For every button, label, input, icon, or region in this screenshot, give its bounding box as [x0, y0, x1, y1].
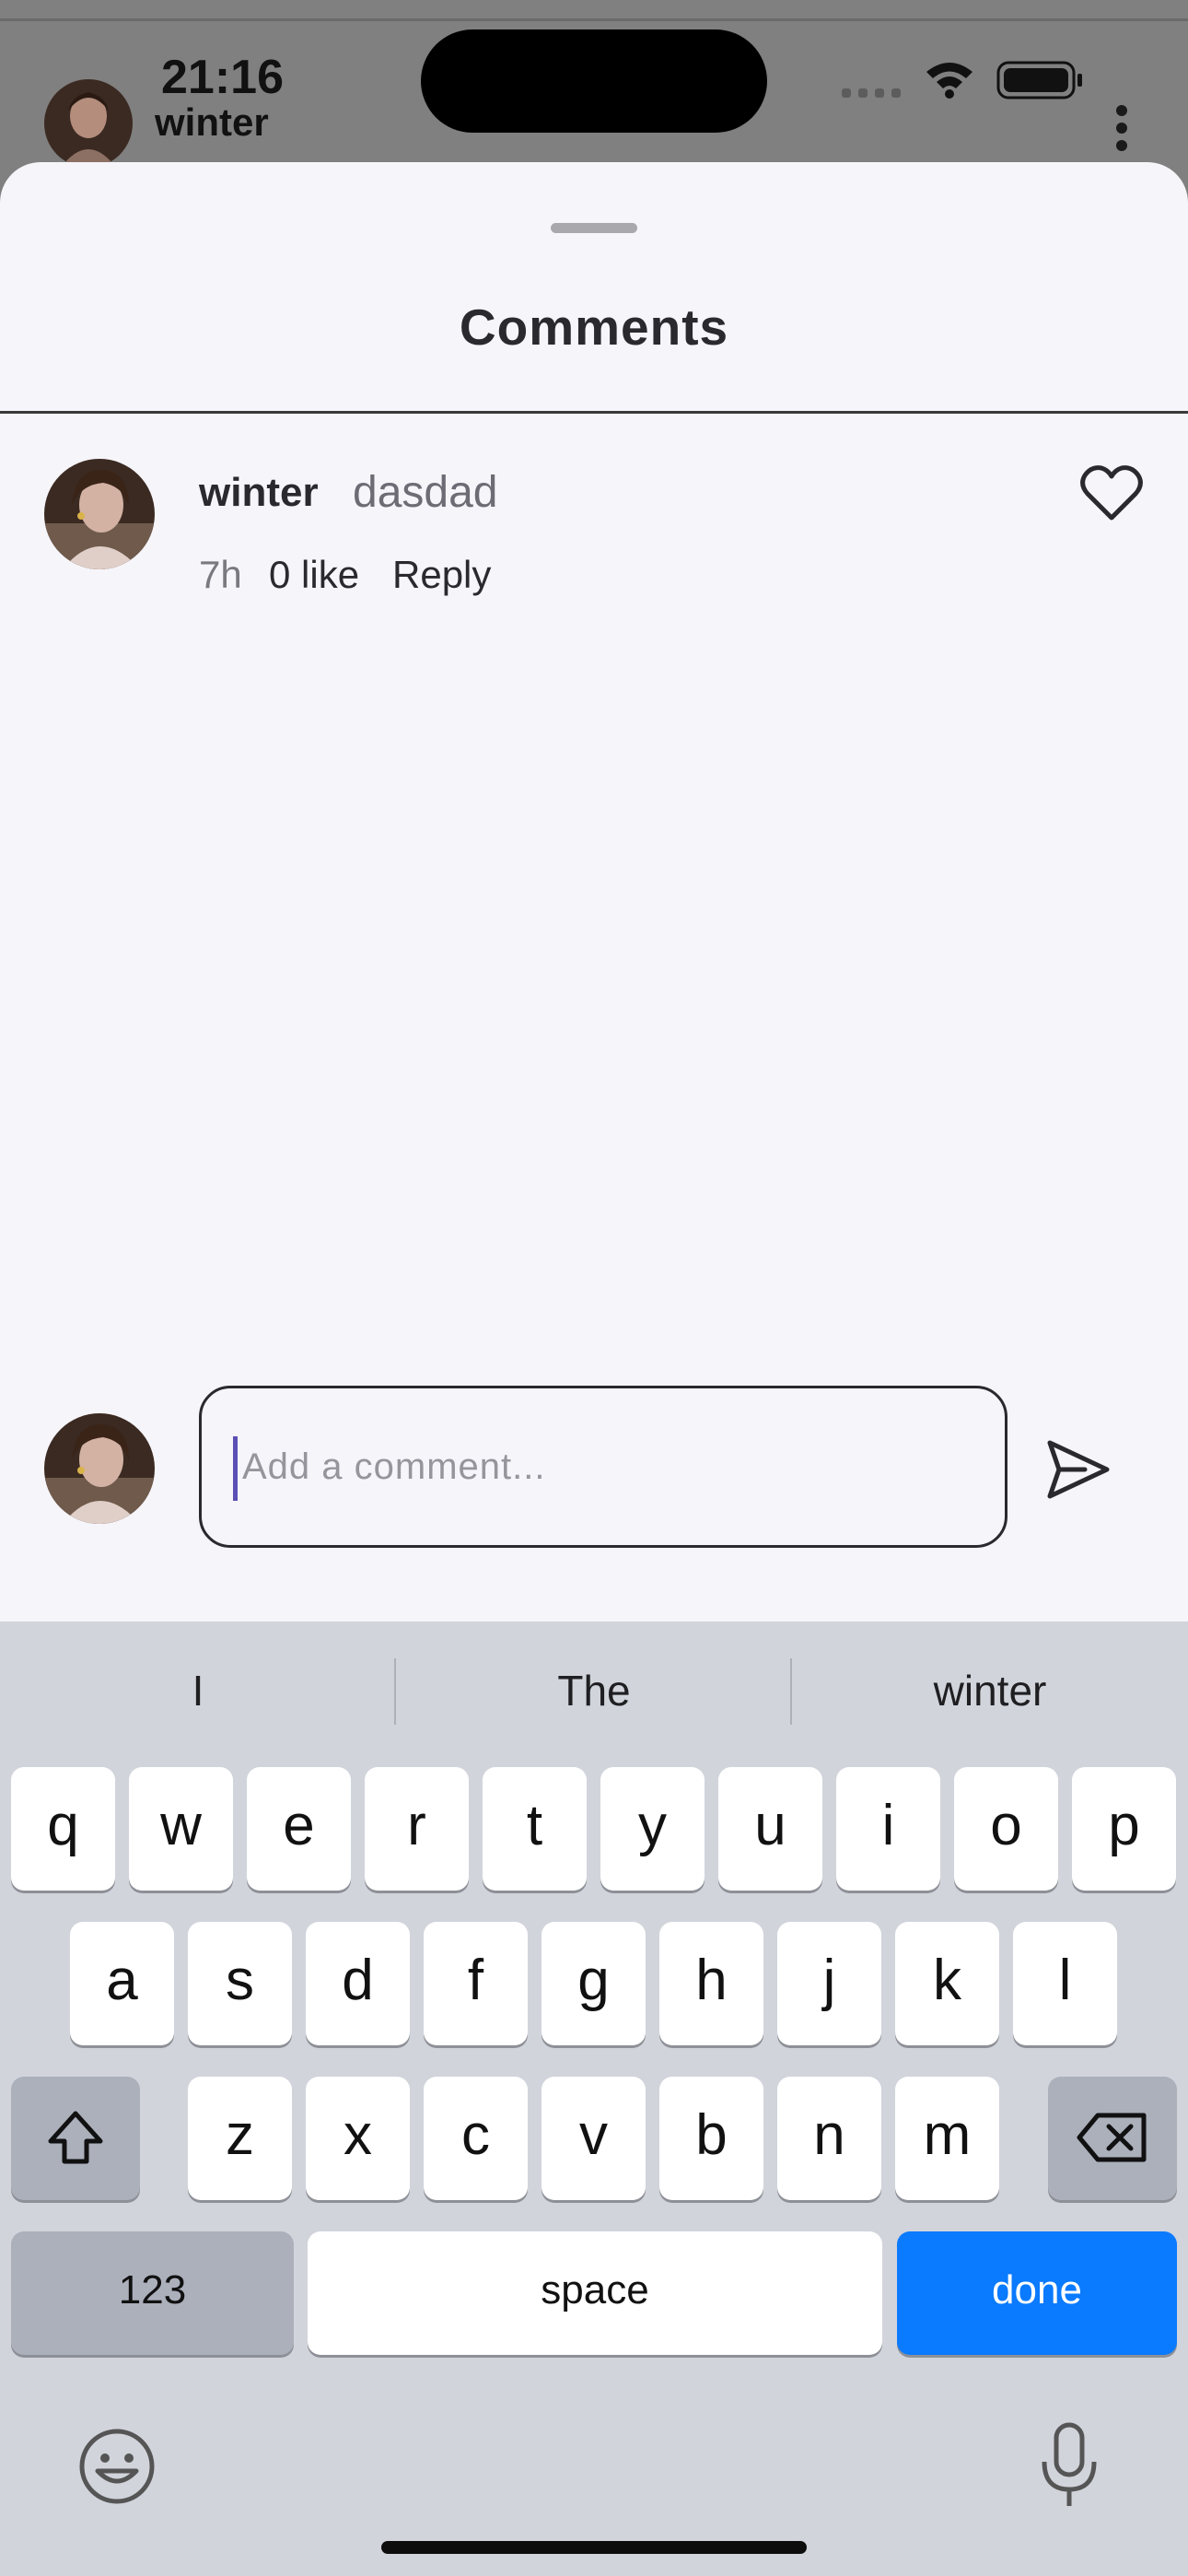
key-z[interactable]: z	[188, 2077, 292, 2200]
key-n[interactable]: n	[777, 2077, 881, 2200]
key-m[interactable]: m	[895, 2077, 999, 2200]
backspace-icon	[1077, 2113, 1147, 2162]
key-d[interactable]: d	[306, 1922, 410, 2045]
comment-input-container[interactable]	[199, 1386, 1007, 1548]
sheet-divider	[0, 411, 1188, 414]
sheet-drag-handle[interactable]	[551, 223, 637, 233]
text-caret	[233, 1436, 238, 1501]
key-o[interactable]: o	[954, 1767, 1058, 1891]
shift-key[interactable]	[11, 2077, 140, 2200]
key-g[interactable]: g	[542, 1922, 646, 2045]
send-icon[interactable]	[1044, 1435, 1112, 1504]
key-e[interactable]: e	[247, 1767, 351, 1891]
key-h[interactable]: h	[659, 1922, 763, 2045]
header-avatar	[44, 79, 133, 168]
microphone-icon[interactable]	[1039, 2421, 1100, 2510]
comment-input[interactable]	[242, 1388, 979, 1545]
cellular-signal-icon	[842, 88, 901, 98]
key-t[interactable]: t	[483, 1767, 587, 1891]
more-options-icon[interactable]	[1103, 101, 1140, 155]
header-username: winter	[155, 100, 269, 144]
comment-text: dasdad	[353, 468, 498, 517]
comment-avatar[interactable]	[44, 459, 155, 569]
composer-avatar	[44, 1413, 155, 1524]
key-l[interactable]: l	[1013, 1922, 1117, 2045]
suggestion-3[interactable]: winter	[792, 1658, 1188, 1723]
comment-like-count[interactable]: 0 like	[269, 551, 359, 599]
key-f[interactable]: f	[424, 1922, 528, 2045]
suggestion-1[interactable]: I	[0, 1658, 396, 1723]
comment-reply-button[interactable]: Reply	[392, 551, 491, 599]
shift-arrow-icon	[48, 2111, 103, 2164]
key-v[interactable]: v	[542, 2077, 646, 2200]
done-key[interactable]: done	[897, 2231, 1177, 2355]
sheet-title: Comments	[459, 299, 729, 356]
key-p[interactable]: p	[1072, 1767, 1176, 1891]
key-b[interactable]: b	[659, 2077, 763, 2200]
key-a[interactable]: a	[70, 1922, 174, 2045]
space-key[interactable]: space	[308, 2231, 882, 2355]
key-k[interactable]: k	[895, 1922, 999, 2045]
wifi-icon	[926, 63, 973, 99]
status-time: 21:16	[161, 51, 284, 104]
avatar-photo-icon	[44, 459, 155, 569]
avatar-photo-icon	[44, 79, 133, 168]
comment-timestamp: 7h	[199, 553, 242, 596]
key-i[interactable]: i	[836, 1767, 940, 1891]
key-c[interactable]: c	[424, 2077, 528, 2200]
backspace-key[interactable]	[1048, 2077, 1177, 2200]
heart-icon[interactable]	[1079, 464, 1144, 523]
key-w[interactable]: w	[129, 1767, 233, 1891]
battery-icon	[996, 61, 1082, 100]
key-r[interactable]: r	[365, 1767, 469, 1891]
comment-username[interactable]: winter	[199, 465, 319, 521]
key-q[interactable]: q	[11, 1767, 115, 1891]
emoji-icon[interactable]	[77, 2427, 157, 2506]
background-divider	[0, 18, 1188, 21]
numbers-key[interactable]: 123	[11, 2231, 294, 2355]
avatar-photo-icon	[44, 1413, 155, 1524]
dynamic-island	[421, 29, 767, 133]
home-indicator	[381, 2541, 807, 2554]
key-j[interactable]: j	[777, 1922, 881, 2045]
key-s[interactable]: s	[188, 1922, 292, 2045]
suggestion-2[interactable]: The	[396, 1658, 792, 1723]
key-u[interactable]: u	[718, 1767, 822, 1891]
key-y[interactable]: y	[600, 1767, 705, 1891]
key-x[interactable]: x	[306, 2077, 410, 2200]
